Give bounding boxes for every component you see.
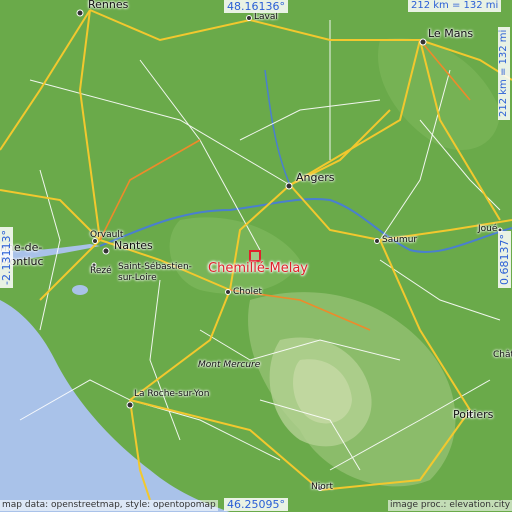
- city-label-saint-sebastien-line2: sur-Loire: [118, 273, 157, 283]
- city-label-mont-mercure: Mont Mercure: [198, 360, 261, 370]
- city-label-chat: Chât: [493, 350, 512, 360]
- coord-bottom-latitude: 46.25095°: [224, 498, 288, 511]
- city-label-rennes: Rennes: [88, 0, 129, 11]
- city-label-reze: Rezé: [90, 266, 112, 276]
- city-label-nantes: Nantes: [114, 239, 153, 252]
- map-canvas[interactable]: Rennes Laval Le Mans Angers Saumur Orvau…: [0, 0, 512, 512]
- map-credit: map data: openstreetmap, style: opentopo…: [0, 500, 218, 511]
- city-label-saint-sebastien-line1: Saint-Sébastien-: [118, 262, 192, 272]
- coord-left-longitude: -2.13113°: [0, 227, 13, 288]
- city-label-angers: Angers: [296, 171, 335, 184]
- target-location-label[interactable]: Chemillé-Melay: [208, 262, 308, 276]
- image-credit: image proc.: elevation.city: [388, 500, 512, 511]
- scale-horizontal: 212 km = 132 mi: [408, 0, 502, 12]
- city-label-niort: Niort: [311, 482, 333, 492]
- city-label-laval: Laval: [254, 12, 278, 22]
- city-label-le-mans: Le Mans: [428, 27, 474, 40]
- city-label-joue: Joué: [478, 224, 498, 234]
- city-label-cholet: Cholet: [233, 287, 263, 297]
- coord-top-latitude: 48.16136°: [224, 0, 288, 13]
- coord-right-longitude: 0.68137°: [498, 231, 511, 288]
- scale-vertical: 212 km = 132 mi: [498, 26, 510, 120]
- city-label-la-roche-sur-yon: La Roche-sur-Yon: [134, 389, 210, 399]
- city-label-poitiers: Poitiers: [453, 408, 494, 421]
- city-label-saumur: Saumur: [382, 235, 418, 245]
